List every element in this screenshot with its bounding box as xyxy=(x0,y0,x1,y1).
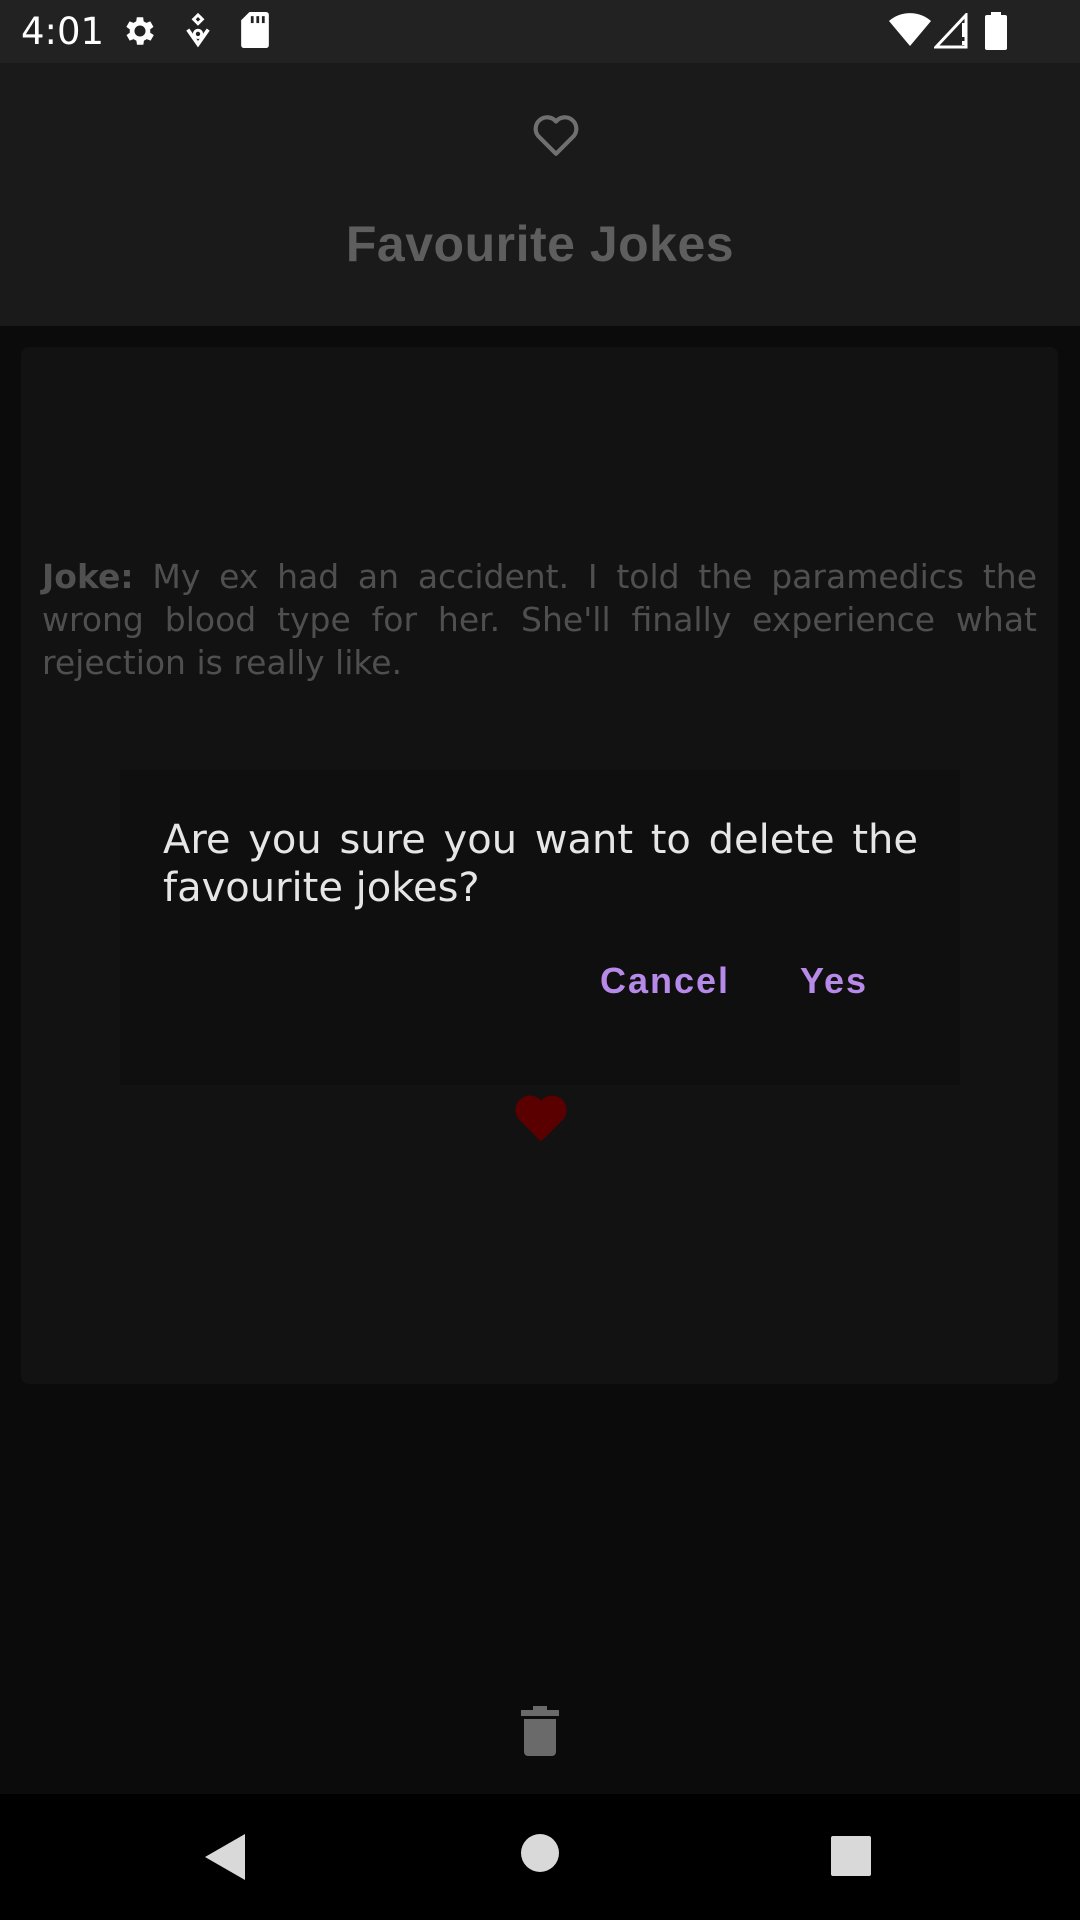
settings-gear-icon xyxy=(126,17,154,45)
status-time: 4:01 xyxy=(21,10,105,53)
navigation-bar xyxy=(0,1794,1080,1920)
cell-signal-icon xyxy=(934,13,968,49)
yes-button[interactable]: Yes xyxy=(800,960,868,1002)
joke-body: My ex had an accident. I told the parame… xyxy=(42,557,1037,682)
wifi-icon xyxy=(889,13,931,46)
joke-label: Joke: xyxy=(42,557,134,596)
location-pin-icon xyxy=(186,12,210,48)
page-title: Favourite Jokes xyxy=(345,216,735,272)
trash-icon[interactable] xyxy=(521,1706,559,1756)
sd-card-icon xyxy=(241,12,269,48)
home-icon[interactable] xyxy=(520,1833,560,1873)
confirm-delete-dialog: Are you sure you want to delete the favo… xyxy=(120,770,960,1085)
status-bar: 4:01 xyxy=(0,0,1080,63)
dialog-message: Are you sure you want to delete the favo… xyxy=(163,817,918,911)
cancel-button[interactable]: Cancel xyxy=(600,960,730,1002)
screen: 4:01 Favourite Jokes Joke: My ex had an … xyxy=(0,0,1080,1920)
app-header: Favourite Jokes xyxy=(0,63,1080,326)
heart-filled-icon[interactable] xyxy=(513,1091,569,1143)
heart-outline-icon[interactable] xyxy=(531,111,581,157)
joke-text: Joke: My ex had an accident. I told the … xyxy=(42,555,1037,684)
back-icon[interactable] xyxy=(205,1834,245,1880)
recents-icon[interactable] xyxy=(831,1836,871,1876)
battery-icon xyxy=(985,12,1007,50)
